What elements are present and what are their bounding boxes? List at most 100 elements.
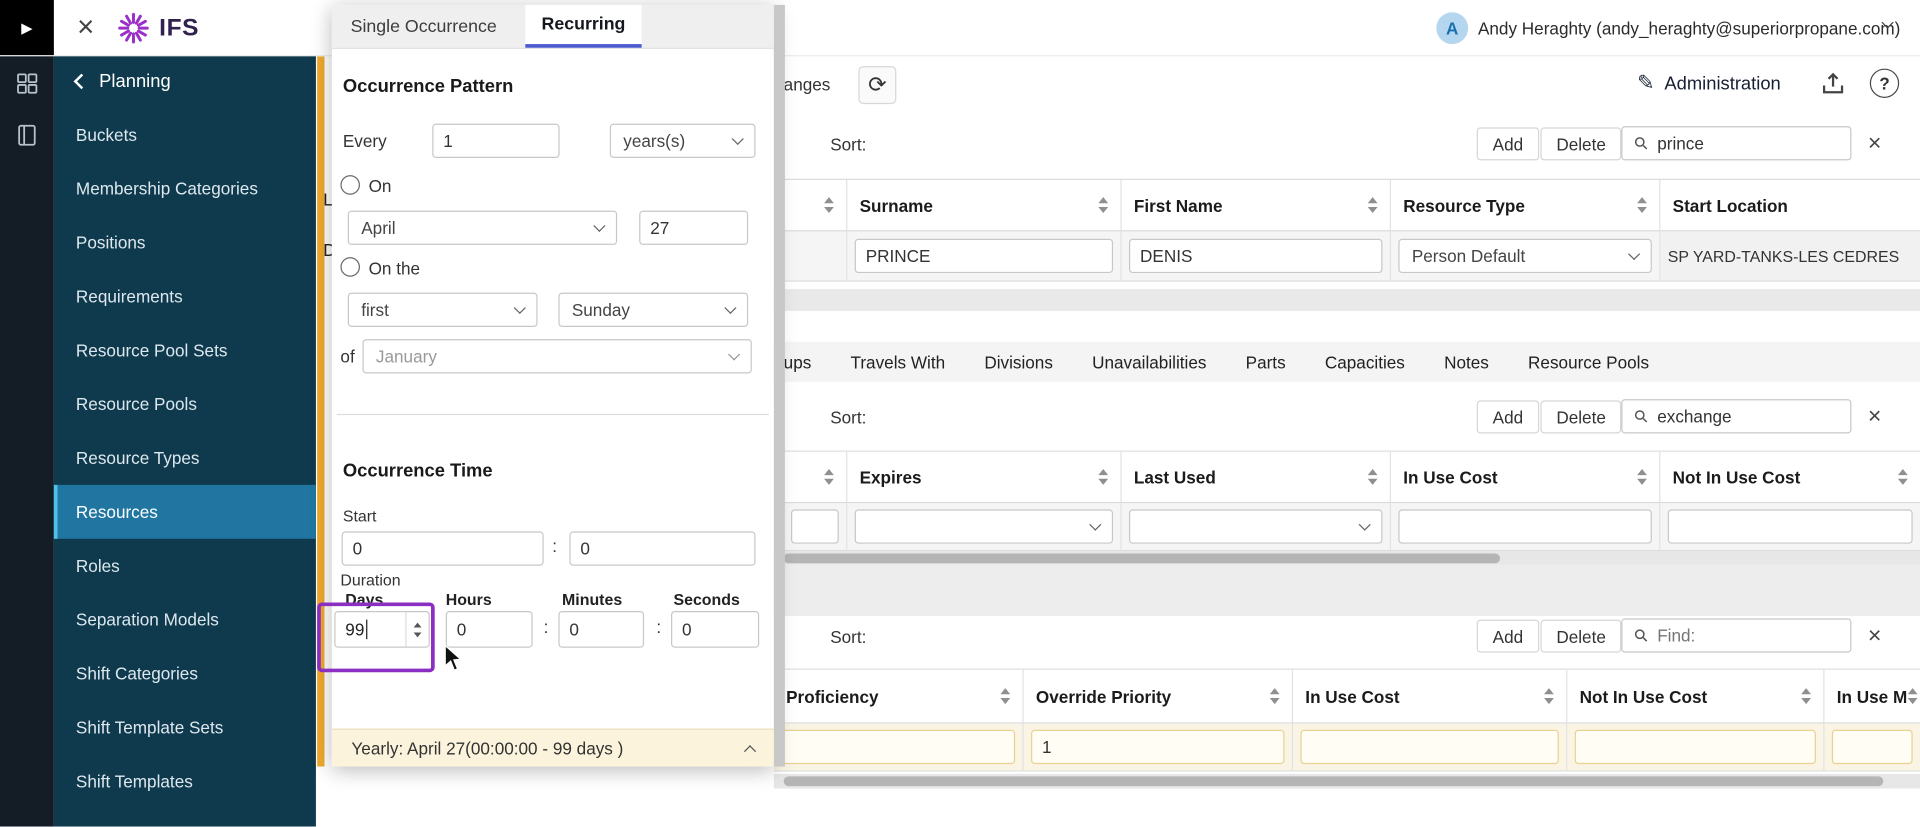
sort-arrows-icon[interactable] [824, 468, 834, 485]
tab-resource-pools[interactable]: Resource Pools [1528, 352, 1649, 372]
administration-button[interactable]: ✎ Administration [1637, 71, 1781, 95]
day-of-month-field[interactable] [639, 210, 749, 245]
sidebar-back-planning[interactable]: Planning [73, 71, 171, 92]
sort-arrows-icon[interactable] [1637, 468, 1647, 485]
tab-divisions[interactable]: Divisions [984, 352, 1053, 372]
in-use-cost-field[interactable] [1398, 509, 1652, 544]
sidebar-item-separation-models[interactable]: Separation Models [54, 593, 316, 647]
sort-arrows-icon[interactable] [1907, 688, 1918, 705]
skills-in-use-m-field[interactable] [1831, 729, 1913, 765]
resources-search-input[interactable] [1657, 133, 1840, 154]
resource-type-select[interactable]: Person Default [1398, 238, 1652, 274]
resources-table-row[interactable]: Person Default SP YARD-TANKS-LES CEDRES [783, 231, 1920, 281]
sort-arrows-icon[interactable] [1098, 468, 1109, 485]
first-name-field[interactable] [1128, 238, 1383, 274]
sort-arrows-icon[interactable] [1098, 197, 1109, 214]
skills-col-override-priority[interactable]: Override Priority [1024, 669, 1294, 723]
last-used-select[interactable] [1128, 509, 1383, 544]
resources-clear-search-button[interactable]: × [1859, 129, 1891, 161]
resources-col-surname[interactable]: Surname [847, 180, 1122, 231]
tab-notes[interactable]: Notes [1444, 352, 1489, 372]
exchange-table-row[interactable] [783, 503, 1920, 550]
on-radio[interactable] [340, 175, 361, 195]
resources-col-first-name[interactable]: First Name [1122, 180, 1392, 231]
exchange-search-box[interactable] [1621, 399, 1852, 434]
skills-delete-button[interactable]: Delete [1540, 619, 1622, 653]
sort-arrows-icon[interactable] [1000, 688, 1011, 705]
skills-table-row[interactable] [773, 723, 1920, 771]
refresh-button[interactable]: ⟳ [858, 66, 897, 105]
every-unit-select[interactable]: years(s) [609, 123, 756, 158]
sidebar-item-shift-categories[interactable]: Shift Categories [54, 647, 316, 701]
sidebar-item-resources[interactable]: Resources [53, 484, 316, 539]
tab-capacities[interactable]: Capacities [1325, 352, 1405, 372]
exchange-col-last-used[interactable]: Last Used [1122, 451, 1392, 503]
start-minute-field[interactable] [569, 531, 756, 566]
resources-col-start-location[interactable]: Start Location [1660, 180, 1920, 230]
sort-arrows-icon[interactable] [1367, 197, 1378, 214]
month-select[interactable]: April [347, 210, 618, 245]
ordinal-select[interactable]: first [347, 292, 538, 327]
skills-not-in-use-cost-field[interactable] [1574, 729, 1816, 765]
weekday-select[interactable]: Sunday [558, 292, 749, 327]
exchange-col-partial[interactable] [784, 451, 848, 503]
avatar[interactable]: A [1436, 12, 1469, 45]
close-page-button[interactable]: × [71, 11, 100, 44]
sidebar-item-shift-template-sets[interactable]: Shift Template Sets [54, 700, 316, 754]
exchange-col-not-in-use-cost[interactable]: Not In Use Cost [1660, 452, 1920, 502]
skills-col-in-use-cost[interactable]: In Use Cost [1293, 669, 1568, 723]
sidebar-item-membership-categories[interactable]: Membership Categories [54, 162, 316, 216]
tab-travels-with[interactable]: Travels With [851, 352, 946, 372]
skills-col-in-use-m[interactable]: In Use M [1824, 670, 1920, 723]
duration-minutes-field[interactable] [558, 611, 645, 648]
exchange-col-in-use-cost[interactable]: In Use Cost [1391, 451, 1661, 503]
skills-add-button[interactable]: Add [1476, 619, 1540, 653]
tab-single-occurrence[interactable]: Single Occurrence [347, 5, 501, 48]
sidebar-item-resource-pool-sets[interactable]: Resource Pool Sets [54, 323, 316, 377]
app-menu-button[interactable]: ▶ [0, 0, 54, 56]
surname-field[interactable] [854, 238, 1114, 274]
export-button[interactable] [1820, 70, 1847, 103]
sidebar-item-roles[interactable]: Roles [54, 539, 316, 593]
resources-col-resource-type[interactable]: Resource Type [1391, 180, 1661, 231]
skills-clear-search-button[interactable]: × [1859, 621, 1891, 653]
sidebar-item-resource-types[interactable]: Resource Types [54, 431, 316, 485]
start-hour-field[interactable] [341, 531, 544, 566]
toolbar-changes-partial[interactable]: anges [784, 75, 831, 95]
exchange-clear-search-button[interactable]: × [1859, 402, 1891, 434]
dialog-vscrollbar-thumb[interactable] [773, 4, 785, 767]
resources-col-partial[interactable] [784, 180, 848, 231]
expires-select[interactable] [854, 509, 1114, 544]
resources-add-button[interactable]: Add [1476, 127, 1540, 161]
exchange-col-expires[interactable]: Expires [847, 451, 1122, 503]
resources-delete-button[interactable]: Delete [1540, 127, 1622, 161]
on-the-radio[interactable] [340, 257, 361, 277]
skills-in-use-cost-field[interactable] [1300, 729, 1559, 765]
sort-arrows-icon[interactable] [1801, 688, 1812, 705]
skills-col-proficiency[interactable]: Proficiency [774, 669, 1024, 723]
exchange-delete-button[interactable]: Delete [1540, 400, 1622, 434]
sidebar-item-positions[interactable]: Positions [54, 216, 316, 270]
recurrence-summary-bar[interactable]: Yearly: April 27(00:00:00 - 99 days ) [331, 728, 774, 767]
duration-seconds-field[interactable] [671, 611, 760, 648]
sidebar-item-requirements[interactable]: Requirements [54, 269, 316, 323]
every-value-field[interactable] [432, 123, 560, 158]
tab-recurring[interactable]: Recurring [525, 4, 642, 48]
sort-arrows-icon[interactable] [1897, 468, 1908, 485]
exchange-partial-field[interactable] [791, 509, 839, 544]
sidebar-item-resource-pools[interactable]: Resource Pools [54, 377, 316, 431]
sort-arrows-icon[interactable] [1367, 468, 1378, 485]
proficiency-field[interactable] [781, 729, 1016, 765]
help-button[interactable]: ? [1869, 68, 1900, 98]
sort-arrows-icon[interactable] [824, 197, 834, 214]
boards-nav-button[interactable] [15, 71, 39, 102]
sort-arrows-icon[interactable] [1269, 688, 1280, 705]
sidebar-item-buckets[interactable]: Buckets [54, 108, 316, 162]
skills-search-box[interactable] [1621, 618, 1852, 653]
tab-unavailabilities[interactable]: Unavailabilities [1092, 352, 1206, 372]
hscrollbar-thumb[interactable] [783, 776, 1884, 787]
override-priority-field[interactable] [1031, 729, 1285, 765]
not-in-use-cost-field[interactable] [1667, 509, 1913, 544]
exchange-search-input[interactable] [1657, 406, 1840, 427]
of-month-select[interactable]: January [362, 339, 752, 374]
